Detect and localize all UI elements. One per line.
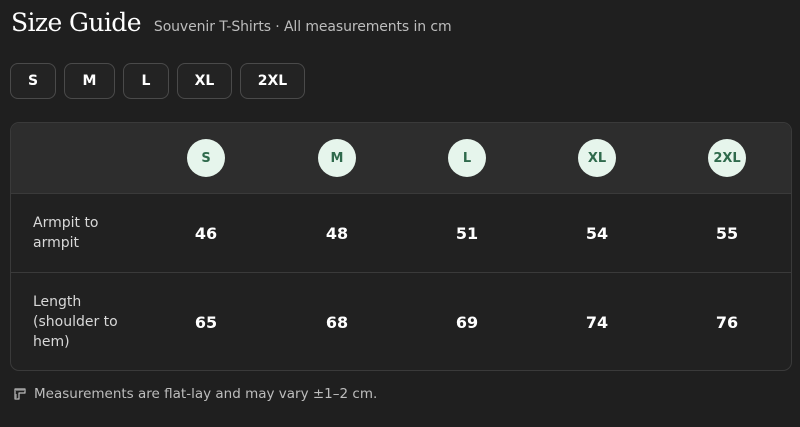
table-cell: 48 <box>292 194 382 272</box>
table-cell: 76 <box>682 273 772 370</box>
table-header-row: S M L XL 2XL <box>11 123 791 194</box>
table-header-cell: 2XL <box>682 123 772 193</box>
cell-value: 76 <box>715 312 739 332</box>
size-button-xl[interactable]: XL <box>177 63 232 99</box>
table-header-cell: M <box>292 123 382 193</box>
row-label: Armpit to armpit <box>33 215 99 251</box>
size-pill-m: M <box>318 139 356 177</box>
table-header-cell: XL <box>552 123 642 193</box>
size-selector: S M L XL 2XL <box>10 63 305 99</box>
cell-value: 48 <box>325 223 349 243</box>
table-header-cell: L <box>422 123 512 193</box>
table-row: Armpit to armpit 46 48 51 54 55 <box>11 194 791 273</box>
size-button-l[interactable]: L <box>123 63 169 99</box>
size-pill-l: L <box>448 139 486 177</box>
table-cell: 46 <box>161 194 251 272</box>
table-cell: 55 <box>682 194 772 272</box>
cell-value: 55 <box>715 223 739 243</box>
page-subtitle: Souvenir T-Shirts · All measurements in … <box>153 19 452 35</box>
size-button-2xl[interactable]: 2XL <box>240 63 305 99</box>
page-title: Size Guide <box>11 8 142 37</box>
table-cell: 51 <box>422 194 512 272</box>
size-pill-s: S <box>187 139 225 177</box>
cell-value: 46 <box>194 223 218 243</box>
cell-value: 69 <box>455 312 479 332</box>
cell-value: 51 <box>455 223 479 243</box>
table-cell: 74 <box>552 273 642 370</box>
footer-note-text: Measurements are flat-lay and may vary ±… <box>34 386 378 402</box>
table-row: Length (shoulder to hem) 65 68 69 74 76 <box>11 273 791 370</box>
table-cell: 54 <box>552 194 642 272</box>
size-table: S M L XL 2XL Armpit to armpit 46 48 51 5… <box>10 122 792 371</box>
cell-value: 68 <box>325 312 349 332</box>
cell-value: 74 <box>585 312 609 332</box>
row-label: Length (shoulder to hem) <box>33 294 118 350</box>
size-button-s[interactable]: S <box>10 63 56 99</box>
table-header-cell: S <box>161 123 251 193</box>
table-cell: 69 <box>422 273 512 370</box>
size-button-m[interactable]: M <box>64 63 115 99</box>
cell-value: 54 <box>585 223 609 243</box>
cell-value: 65 <box>194 312 218 332</box>
size-pill-xl: XL <box>578 139 616 177</box>
footer-note: Measurements are flat-lay and may vary ±… <box>14 386 377 402</box>
size-pill-2xl: 2XL <box>708 139 746 177</box>
table-cell: 68 <box>292 273 382 370</box>
page-header: Size Guide Souvenir T-Shirts · All measu… <box>11 8 452 37</box>
ruler-icon <box>14 388 26 400</box>
table-cell: 65 <box>161 273 251 370</box>
